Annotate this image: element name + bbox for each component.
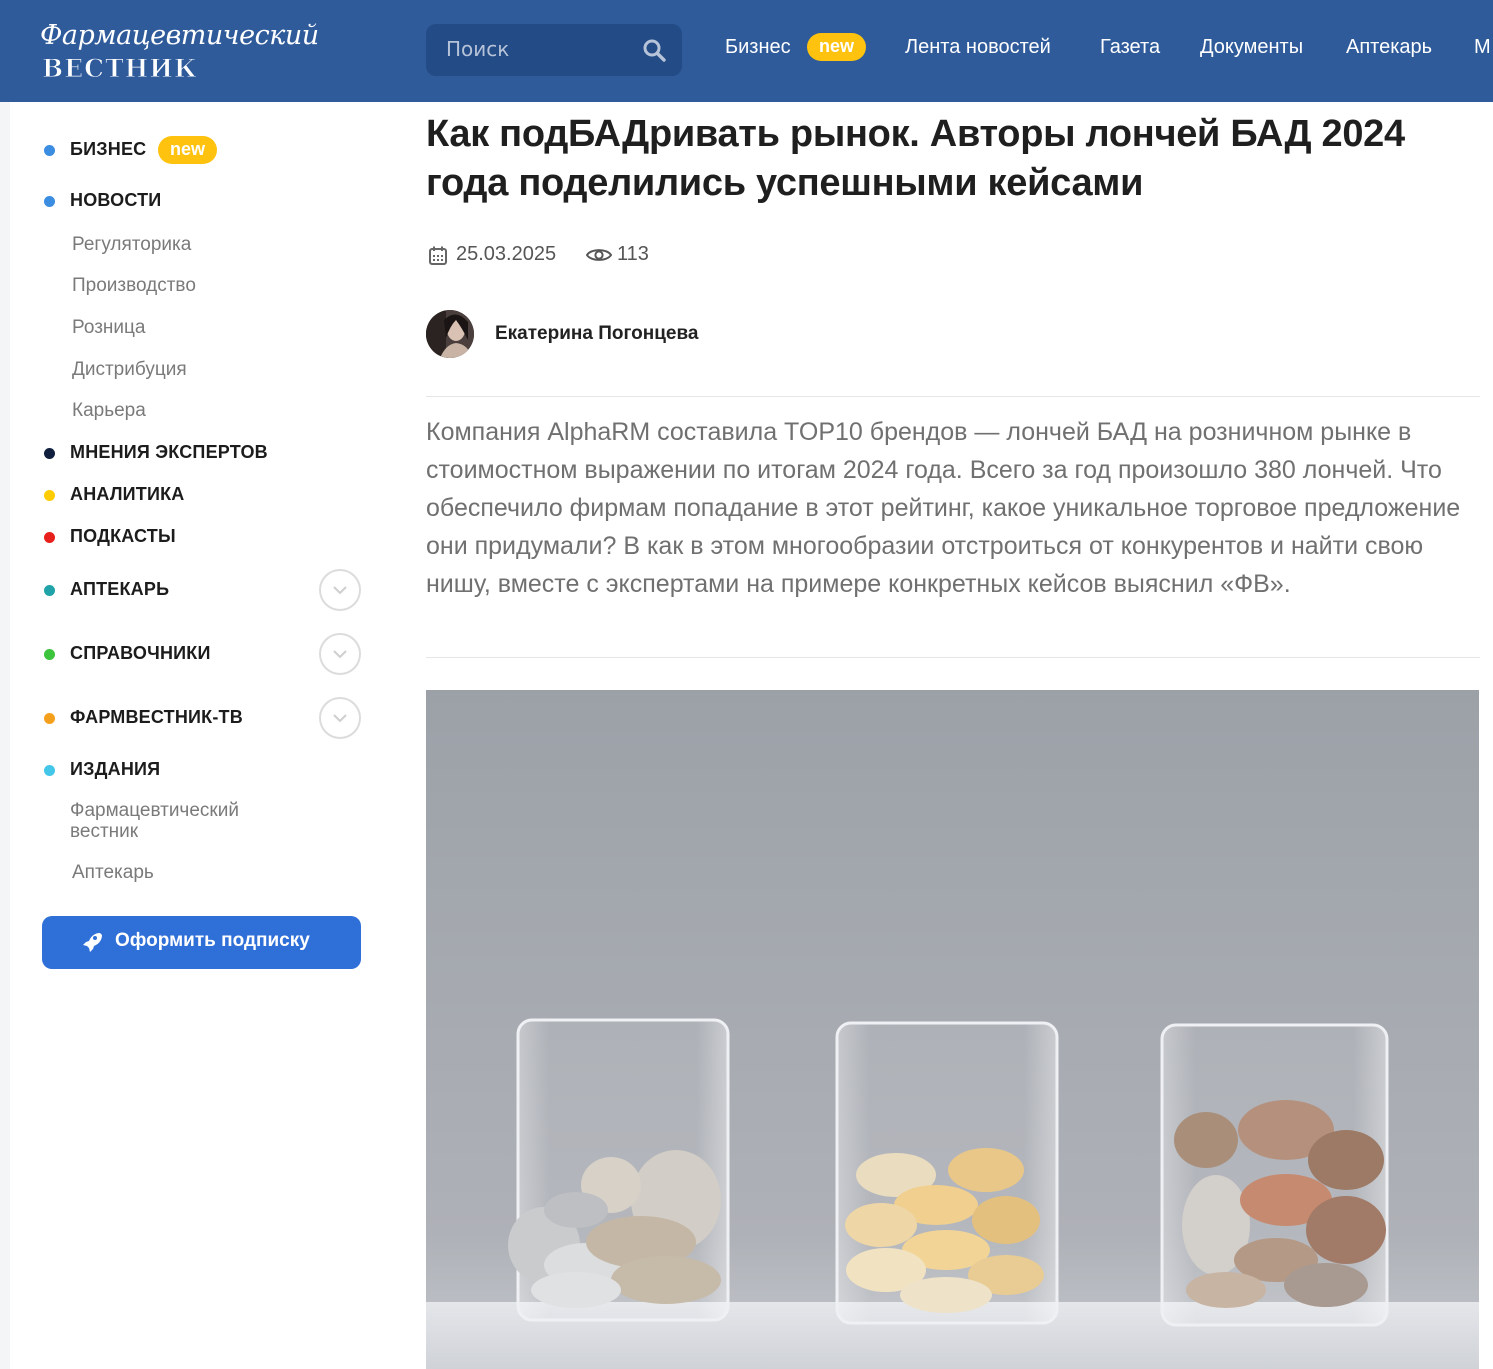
nav-newspaper[interactable]: Газета	[1100, 36, 1160, 59]
publish-date: 25.03.2025	[456, 243, 557, 265]
section-dot	[44, 448, 55, 459]
sidebar-subitem-career[interactable]: Карьера	[72, 400, 146, 422]
article-lead: Компания AlphaRM составила TOP10 брендов…	[426, 418, 1461, 598]
sidebar-item-label: БИЗНЕС	[70, 139, 147, 159]
divider	[426, 396, 1480, 397]
search-box[interactable]: Поиск	[426, 24, 682, 76]
nav-news-feed[interactable]: Лента новостей	[905, 36, 1051, 59]
sidebar-item-label: АНАЛИТИКА	[70, 484, 185, 504]
section-dot	[44, 532, 55, 543]
sidebar: БИЗНЕС new НОВОСТИ Регуляторика Производ…	[10, 102, 394, 1369]
logo-bottom-text: ВЕСТНИК	[42, 54, 198, 84]
author-name[interactable]: Екатерина Погонцева	[495, 323, 698, 345]
section-dot	[44, 196, 55, 207]
expand-pharm-tv-button[interactable]	[319, 697, 361, 739]
rocket-icon	[83, 933, 102, 952]
section-dot	[44, 585, 55, 596]
section-dot	[44, 649, 55, 660]
subscribe-label: Оформить подписку	[115, 930, 310, 951]
nav-documents[interactable]: Документы	[1200, 36, 1303, 59]
chevron-down-icon	[333, 650, 347, 659]
subscribe-button[interactable]: Оформить подписку	[42, 916, 361, 969]
logo-top-text: Фармацевтический	[40, 20, 319, 51]
avatar[interactable]	[426, 310, 474, 358]
sidebar-item-label: СПРАВОЧНИКИ	[70, 643, 211, 663]
sidebar-item-business[interactable]: БИЗНЕС new	[10, 133, 394, 167]
sidebar-item-label: АПТЕКАРЬ	[70, 579, 170, 599]
sidebar-item-podcasts[interactable]: ПОДКАСТЫ	[10, 520, 394, 554]
sidebar-subitem-retail[interactable]: Розница	[72, 317, 145, 339]
article-title: Как подБАДривать рынок. Авторы лончей БА…	[426, 113, 1405, 204]
nav-business[interactable]: Бизнес	[725, 36, 791, 59]
nav-business-new-badge: new	[807, 33, 867, 61]
sidebar-subitem-regulatory[interactable]: Регуляторика	[72, 234, 191, 256]
section-dot	[44, 490, 55, 501]
article-main: Как подБАДривать рынок. Авторы лончей БА…	[394, 102, 1493, 1369]
sidebar-item-label: МНЕНИЯ ЭКСПЕРТОВ	[70, 442, 268, 462]
section-dot	[44, 765, 55, 776]
sidebar-item-label: ФАРМВЕСТНИК-ТВ	[70, 707, 243, 727]
sidebar-subitem-aptekar[interactable]: Аптекарь	[72, 862, 154, 884]
sidebar-item-analytics[interactable]: АНАЛИТИКА	[10, 478, 394, 512]
sidebar-subitem-distribution[interactable]: Дистрибуция	[72, 359, 187, 381]
view-count: 113	[617, 243, 649, 265]
article-author[interactable]: Екатерина Погонцева	[426, 310, 926, 360]
chevron-down-icon	[333, 714, 347, 723]
expand-reference-button[interactable]	[319, 633, 361, 675]
new-badge: new	[158, 136, 218, 164]
calendar-icon	[429, 246, 447, 265]
sidebar-item-expert-opinions[interactable]: МНЕНИЯ ЭКСПЕРТОВ	[10, 436, 394, 470]
search-icon[interactable]	[642, 38, 666, 62]
sidebar-item-label: НОВОСТИ	[70, 190, 162, 210]
site-header: Фармацевтический ВЕСТНИК Поиск Бизнес ne…	[0, 0, 1493, 102]
search-input[interactable]: Поиск	[446, 37, 509, 61]
chevron-down-icon	[333, 586, 347, 595]
site-logo[interactable]: Фармацевтический ВЕСТНИК	[40, 18, 319, 84]
divider	[426, 657, 1480, 658]
sidebar-item-label: ПОДКАСТЫ	[70, 526, 176, 546]
sidebar-item-news[interactable]: НОВОСТИ	[10, 184, 394, 218]
expand-aptekar-button[interactable]	[319, 569, 361, 611]
nav-aptekar[interactable]: Аптекарь	[1346, 36, 1432, 59]
nav-more[interactable]: М	[1474, 36, 1491, 59]
sidebar-item-label: ИЗДАНИЯ	[70, 759, 161, 779]
sidebar-item-editions[interactable]: ИЗДАНИЯ	[10, 753, 394, 787]
sidebar-subitem-pharm-vestnik[interactable]: Фармацевтический вестник	[70, 800, 290, 842]
section-dot	[44, 713, 55, 724]
eye-icon	[586, 249, 612, 261]
article-cover-image	[426, 690, 1479, 1369]
section-dot	[44, 145, 55, 156]
sidebar-subitem-production[interactable]: Производство	[72, 275, 196, 297]
